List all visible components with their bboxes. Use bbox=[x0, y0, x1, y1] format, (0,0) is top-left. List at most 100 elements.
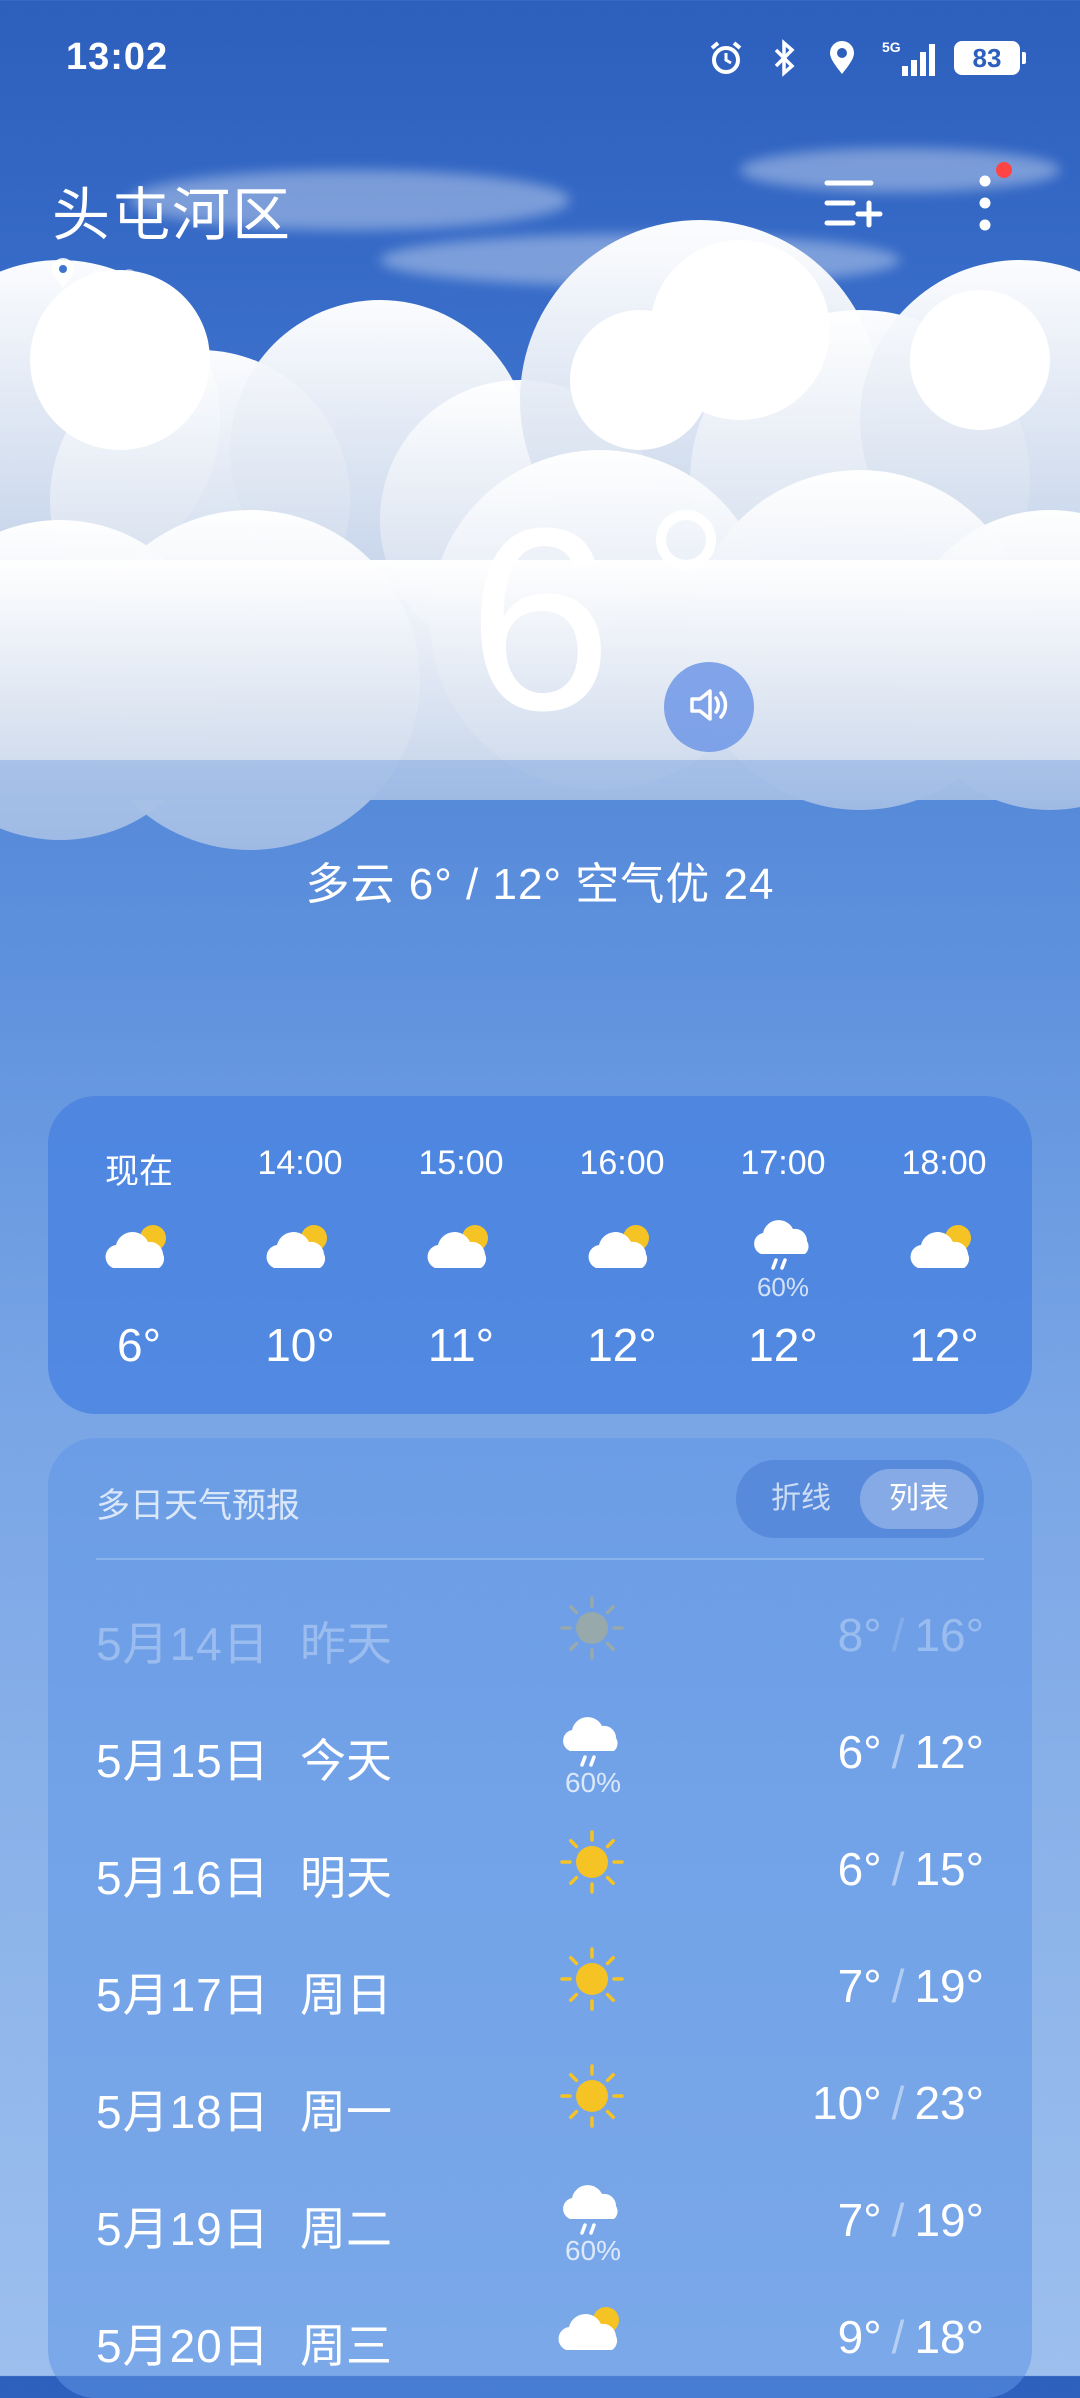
weather-summary: 多云 6° / 12° 空气优 24 bbox=[305, 860, 775, 909]
sun-icon bbox=[552, 2056, 632, 2136]
day-row[interactable]: 5月16日 明天 6°/15° bbox=[48, 1812, 1032, 1929]
day-temperature-range: 7°/19° bbox=[838, 1959, 984, 2013]
status-bar: 13:02 5G 83 bbox=[0, 0, 1080, 120]
day-label: 周日 bbox=[300, 1969, 392, 2021]
day-temperature-range: 6°/15° bbox=[838, 1842, 984, 1896]
hour-time: 18:00 bbox=[901, 1144, 987, 1182]
hour-item[interactable]: 18:00 12° bbox=[869, 1096, 1019, 1414]
day-date: 5月20日 bbox=[96, 2320, 270, 2372]
hour-item[interactable]: 17:00 60% 12° bbox=[708, 1096, 858, 1414]
day-label: 周二 bbox=[300, 2203, 392, 2255]
day-row[interactable]: 5月18日 周一 10°/23° bbox=[48, 2046, 1032, 2163]
hour-temperature: 10° bbox=[265, 1319, 335, 1371]
partly-cloudy-icon bbox=[260, 1208, 340, 1288]
notification-dot bbox=[996, 162, 1012, 178]
separator: / bbox=[891, 2194, 905, 2246]
view-toggle[interactable]: 折线 列表 bbox=[736, 1460, 984, 1538]
hour-time: 17:00 bbox=[740, 1144, 826, 1182]
low-temperature: 6° bbox=[837, 1843, 882, 1895]
hour-item[interactable]: 15:00 11° bbox=[386, 1096, 536, 1414]
location-pin-icon bbox=[50, 258, 76, 293]
day-row[interactable]: 5月17日 周日 7°/19° bbox=[48, 1929, 1032, 2046]
add-city-button[interactable] bbox=[820, 170, 890, 240]
low-temperature: 10° bbox=[812, 2077, 882, 2129]
day-label: 周一 bbox=[300, 2086, 392, 2138]
bluetooth-icon bbox=[764, 38, 804, 78]
low-temperature: 8° bbox=[837, 1609, 882, 1661]
high-temperature: 18° bbox=[914, 2311, 984, 2363]
sun-icon bbox=[552, 1588, 632, 1668]
hour-temperature: 11° bbox=[427, 1319, 495, 1371]
high-temperature: 23° bbox=[914, 2077, 984, 2129]
day-date: 5月15日 bbox=[96, 1735, 270, 1787]
divider bbox=[96, 1558, 984, 1560]
day-row[interactable]: 5月14日 昨天 8°/16° bbox=[48, 1578, 1032, 1695]
high-temperature: 16° bbox=[914, 1609, 984, 1661]
day-temperature-range: 9°/18° bbox=[838, 2310, 984, 2364]
city-name[interactable]: 头屯河区 bbox=[52, 168, 292, 252]
hour-time: 现在 bbox=[105, 1153, 173, 1191]
day-temperature-range: 10°/23° bbox=[812, 2076, 984, 2130]
high-temperature: 12° bbox=[914, 1726, 984, 1778]
day-date: 5月18日 bbox=[96, 2086, 270, 2138]
daily-forecast-card: 多日天气预报 折线 列表 5月14日 昨天 8°/16° 5月15日 今天 60% 6°/1… bbox=[48, 1438, 1032, 2398]
add-list-icon bbox=[823, 175, 887, 236]
hour-item[interactable]: 现在 6° bbox=[64, 1096, 214, 1414]
current-temperature: 6 bbox=[467, 475, 613, 765]
separator: / bbox=[891, 1609, 905, 1661]
hourly-list[interactable]: 现在 6° 14:00 10° 15:00 11° 16:00 12° 17:00 60% 12° 1… bbox=[48, 1096, 1032, 1414]
hour-time: 14:00 bbox=[257, 1144, 343, 1182]
day-label: 周三 bbox=[300, 2320, 392, 2372]
more-options-button[interactable] bbox=[950, 162, 1020, 240]
degree-symbol bbox=[656, 510, 716, 570]
hour-time: 15:00 bbox=[418, 1144, 504, 1182]
status-icons: 5G 83 bbox=[706, 34, 1026, 82]
hour-temperature: 12° bbox=[748, 1319, 818, 1371]
day-temperature-range: 7°/19° bbox=[838, 2193, 984, 2247]
partly-cloudy-icon bbox=[552, 2290, 632, 2370]
precipitation-probability: 60% bbox=[564, 2235, 622, 2266]
svg-text:5G: 5G bbox=[882, 39, 901, 55]
precipitation-probability: 60% bbox=[564, 1767, 622, 1798]
hour-temperature: 12° bbox=[587, 1319, 657, 1371]
high-temperature: 19° bbox=[914, 2194, 984, 2246]
location-icon bbox=[822, 38, 862, 78]
separator: / bbox=[891, 1843, 905, 1895]
low-temperature: 7° bbox=[837, 2194, 882, 2246]
hour-temperature: 12° bbox=[909, 1319, 979, 1371]
day-date: 5月19日 bbox=[96, 2203, 270, 2255]
signal-5g-icon: 5G bbox=[880, 38, 936, 78]
separator: / bbox=[891, 2311, 905, 2363]
day-date: 5月17日 bbox=[96, 1969, 270, 2021]
status-time: 13:02 bbox=[66, 36, 169, 78]
day-row[interactable]: 5月15日 今天 60% 6°/12° bbox=[48, 1695, 1032, 1812]
low-temperature: 6° bbox=[837, 1726, 882, 1778]
alarm-icon bbox=[706, 38, 746, 78]
day-date: 5月14日 bbox=[96, 1618, 270, 1670]
separator: / bbox=[891, 1726, 905, 1778]
chart-view-option[interactable]: 折线 bbox=[742, 1469, 860, 1529]
day-label: 昨天 bbox=[300, 1618, 392, 1670]
hourly-forecast-card[interactable]: 现在 6° 14:00 10° 15:00 11° 16:00 12° 17:00 60% 12° 1… bbox=[48, 1096, 1032, 1414]
list-view-option[interactable]: 列表 bbox=[860, 1469, 978, 1529]
sun-icon bbox=[552, 1822, 632, 1902]
hour-time: 16:00 bbox=[579, 1144, 665, 1182]
separator: / bbox=[891, 2077, 905, 2129]
speaker-icon bbox=[686, 682, 732, 733]
battery-icon: 83 bbox=[954, 41, 1026, 75]
day-label: 明天 bbox=[300, 1852, 392, 1904]
voice-broadcast-button[interactable] bbox=[664, 662, 754, 752]
more-vert-icon bbox=[975, 173, 995, 238]
day-row[interactable]: 5月19日 周二 60% 7°/19° bbox=[48, 2163, 1032, 2280]
hour-item[interactable]: 14:00 10° bbox=[225, 1096, 375, 1414]
low-temperature: 9° bbox=[837, 2311, 882, 2363]
day-temperature-range: 8°/16° bbox=[838, 1608, 984, 1662]
daily-title: 多日天气预报 bbox=[96, 1487, 300, 1525]
hour-temperature: 6° bbox=[117, 1319, 161, 1371]
high-temperature: 19° bbox=[914, 1960, 984, 2012]
day-row[interactable]: 5月20日 周三 9°/18° bbox=[48, 2280, 1032, 2397]
partly-cloudy-icon bbox=[99, 1208, 179, 1288]
hour-item[interactable]: 16:00 12° bbox=[547, 1096, 697, 1414]
partly-cloudy-icon bbox=[904, 1208, 984, 1288]
low-temperature: 7° bbox=[837, 1960, 882, 2012]
